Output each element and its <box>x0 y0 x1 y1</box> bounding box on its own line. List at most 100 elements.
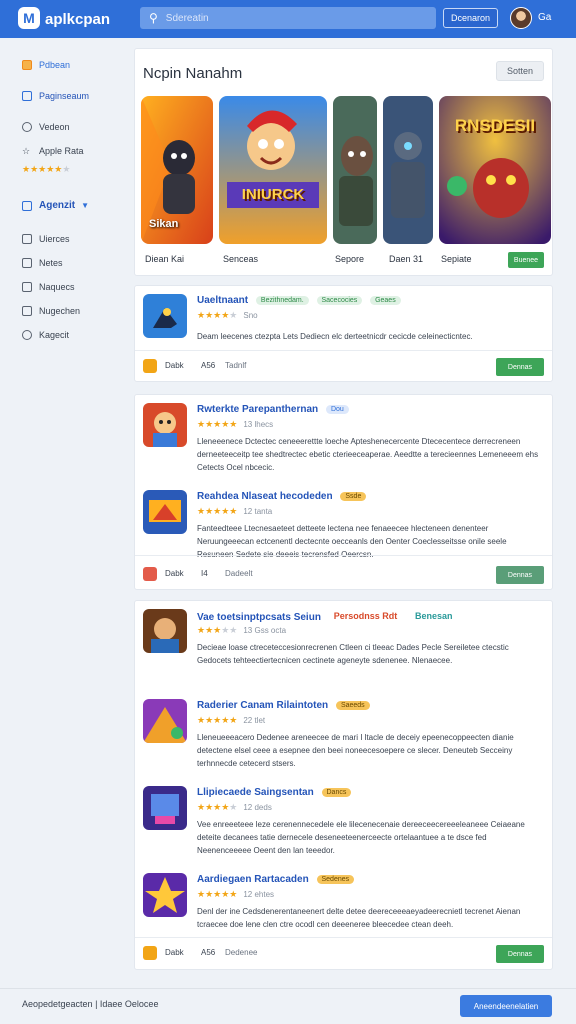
app-rating-stars: ★★★★★ 12 ehtes <box>197 889 275 899</box>
download-button[interactable]: Dennas <box>496 945 544 963</box>
app-tag: Persodnss Rdt <box>333 611 398 621</box>
app-rating-stars: ★★★★★ 13 Gss octa <box>197 625 287 635</box>
app-logo-icon[interactable]: M <box>18 7 40 29</box>
footer-badge-icon <box>143 359 157 373</box>
divider <box>135 350 552 351</box>
search-input[interactable] <box>165 12 406 24</box>
tile-label: Diean Kai <box>145 254 185 264</box>
app-name[interactable]: Aardiegaen Rartacaden Sedenes <box>197 874 355 885</box>
game-art-image <box>219 96 327 244</box>
sidebar-item-notes[interactable]: Netes <box>22 258 63 268</box>
app-name[interactable]: Rwterkte Parepanthernan Dou <box>197 404 349 415</box>
featured-tile[interactable] <box>383 96 433 244</box>
app-rating-stars: ★★★★★ 12 deds <box>197 802 272 812</box>
rating-count: 13 lhecs <box>243 420 274 429</box>
avatar[interactable] <box>510 7 532 29</box>
bottom-action-button[interactable]: Aneendeenelatien <box>460 995 552 1017</box>
featured-title: Ncpin Nanahm <box>143 65 243 82</box>
footer-count: A56 <box>201 948 216 957</box>
app-icon <box>143 873 187 917</box>
sidebar-item-home[interactable]: Pdbean <box>22 60 70 70</box>
app-description: Vee enreeeteee leze cerenennecedele ele … <box>197 820 525 855</box>
tile-overlay-text: Sikan <box>149 218 179 230</box>
featured-tile[interactable]: RNSDESII <box>439 96 551 244</box>
apps-icon <box>22 91 32 101</box>
sidebar-item-tags[interactable]: Naquecs <box>22 282 75 292</box>
note-icon <box>22 258 32 268</box>
rating-count: 13 Gss octa <box>243 626 287 635</box>
sidebar-item-recent[interactable]: Vedeon <box>22 122 70 132</box>
app-tag: Bezithnedam. <box>255 296 309 305</box>
footer-count: A56 <box>201 361 216 370</box>
featured-tile[interactable]: Sikan <box>141 96 213 244</box>
app-tag: Dancs <box>321 788 352 797</box>
sidebar-item-label: Nugechen <box>39 306 81 316</box>
footer-badge-icon <box>143 946 157 960</box>
category-icon <box>22 200 32 211</box>
app-description: Decieae loase ctreceteccesionrecrenen Ct… <box>197 643 509 665</box>
app-icon <box>143 699 187 743</box>
sidebar-rating-stars: ★★★★★★ <box>22 164 71 174</box>
tag-icon <box>22 282 32 292</box>
app-tag: Benesan <box>415 611 453 621</box>
sidebar-item-label: Pdbean <box>39 60 71 70</box>
app-rating-stars: ★★★★★ 12 tanta <box>197 506 273 516</box>
bottom-bar: Aeopedetgeacten | Idaee Oelocee Aneendee… <box>0 988 576 1024</box>
app-name[interactable]: Uaeltnaant Bezithnedam. Sacecocies Geaes <box>197 295 401 306</box>
divider <box>135 937 552 938</box>
app-name[interactable]: Vae toetsinptpcsats Seiun Persodnss Rdt … <box>197 610 458 623</box>
download-button[interactable]: Dennas <box>496 566 544 584</box>
username[interactable]: Ga <box>538 12 551 23</box>
app-name[interactable]: Raderier Canam Rilaintoten Saeeds <box>197 700 370 711</box>
brand-name[interactable]: aplkcpan <box>45 11 110 28</box>
app-icon <box>143 786 187 830</box>
sidebar-item-label: Vedeon <box>39 122 70 132</box>
sidebar-item-label: Uierces <box>39 234 70 244</box>
footer-meta: Dadeelt <box>225 569 253 578</box>
sidebar-item-box[interactable]: Nugechen <box>22 306 80 316</box>
footer-meta: Tadnlf <box>225 361 247 370</box>
app-section: Uaeltnaant Bezithnedam. Sacecocies Geaes… <box>134 285 553 382</box>
sidebar-item-apps[interactable]: Paginseaum <box>22 91 89 101</box>
sidebar-item-list[interactable]: Uierces <box>22 234 70 244</box>
app-section: Rwterkte Parepanthernan Dou ★★★★★ 13 lhec… <box>134 394 553 590</box>
search-box[interactable]: ⚲ <box>140 7 436 29</box>
rating-count: 22 tlet <box>243 716 266 725</box>
app-description: Deam leecenes ctezpta Lets Dediecn elc d… <box>197 332 473 341</box>
featured-sort-button[interactable]: Sotten <box>496 61 544 81</box>
sidebar-item-label: Kagecit <box>39 330 70 340</box>
tile-label: Daen 31 <box>389 254 424 264</box>
sidebar-item-settings[interactable]: Kagecit <box>22 330 69 340</box>
game-art-image <box>383 96 433 244</box>
footer-count: I4 <box>201 569 208 578</box>
footer-text: Dabk <box>165 361 184 370</box>
sidebar-item-rating[interactable]: ☆ Apple Rata <box>22 146 84 156</box>
footer-text: Dabk <box>165 569 184 578</box>
rating-count: Sno <box>243 311 258 320</box>
footer-badge-icon <box>143 567 157 581</box>
featured-panel: Ncpin Nanahm Sotten Sikan INIURCK RNSDES… <box>134 48 553 276</box>
app-tag: Sacecocies <box>316 296 363 305</box>
featured-tile[interactable] <box>333 96 377 244</box>
rating-count: 12 deds <box>243 803 272 812</box>
top-bar: M aplkcpan ⚲ Dcenaron Ga <box>0 0 576 38</box>
header-action-button[interactable]: Dcenaron <box>443 8 498 28</box>
app-icon <box>143 490 187 534</box>
sidebar-item-label: Apple Rata <box>39 146 84 156</box>
app-name[interactable]: Llipiecaede Saingsentan Dancs <box>197 787 352 798</box>
divider <box>135 555 552 556</box>
game-art-image <box>333 96 377 244</box>
footer-meta: Dedenee <box>225 948 258 957</box>
list-icon <box>22 234 32 244</box>
sidebar-section-category[interactable]: Agenzit ▼ <box>22 200 89 211</box>
chevron-down-icon: ▼ <box>81 201 90 210</box>
app-tag: Ssde <box>340 492 367 501</box>
app-name[interactable]: Reahdea Nlaseat hecodeden Ssde <box>197 491 367 502</box>
app-icon <box>143 403 187 447</box>
download-button[interactable]: Dennas <box>496 358 544 376</box>
app-rating-stars: ★★★★★ 22 tlet <box>197 715 266 725</box>
featured-get-button[interactable]: Buenee <box>508 252 544 268</box>
featured-tile[interactable]: INIURCK <box>219 96 327 244</box>
section-footer: Dabk A56 Tadnlf Dennas <box>143 358 544 376</box>
app-icon <box>143 294 187 338</box>
